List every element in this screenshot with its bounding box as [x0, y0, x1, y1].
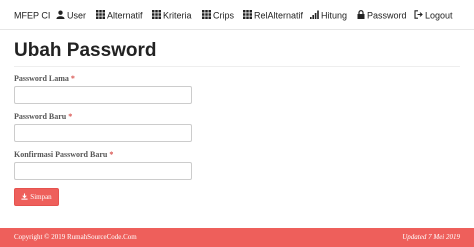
brand-link[interactable]: MFEP CI — [14, 0, 50, 30]
nav-item-kriteria[interactable]: Kriteria — [152, 0, 192, 30]
lock-icon — [357, 1, 365, 31]
nav-item-user[interactable]: User — [56, 0, 86, 30]
th-icon — [202, 1, 211, 31]
nav-item-crips[interactable]: Crips — [202, 0, 234, 30]
title-divider — [14, 66, 460, 67]
old-password-field[interactable] — [14, 86, 192, 104]
nav-item-logout[interactable]: Logout — [414, 0, 453, 30]
signal-icon — [310, 1, 319, 31]
user-icon — [56, 1, 65, 31]
save-icon — [21, 192, 28, 202]
old-password-label: Password Lama * — [14, 74, 75, 83]
footer: Copyright © 2019 RumahSourceCode.Com Upd… — [0, 228, 474, 247]
nav-item-hitung[interactable]: Hitung — [310, 0, 347, 30]
new-password-field[interactable] — [14, 124, 192, 142]
footer-updated: Updated 7 Mei 2019 — [402, 233, 460, 241]
confirm-password-label: Konfirmasi Password Baru * — [14, 150, 114, 159]
top-navbar: MFEP CI User Alternatif Kriteria Crips R… — [0, 0, 474, 30]
save-button[interactable]: Simpan — [14, 188, 59, 206]
confirm-password-field[interactable] — [14, 162, 192, 180]
th-icon — [243, 1, 252, 31]
th-icon — [152, 1, 161, 31]
page-title: Ubah Password — [14, 40, 157, 61]
nav-item-relalternatif[interactable]: RelAlternatif — [243, 0, 303, 30]
footer-copyright: Copyright © 2019 RumahSourceCode.Com — [14, 233, 137, 241]
nav-item-password[interactable]: Password — [357, 0, 407, 30]
new-password-label: Password Baru * — [14, 112, 73, 121]
th-icon — [96, 1, 105, 31]
nav-item-alternatif[interactable]: Alternatif — [96, 0, 143, 30]
logout-icon — [414, 1, 423, 31]
